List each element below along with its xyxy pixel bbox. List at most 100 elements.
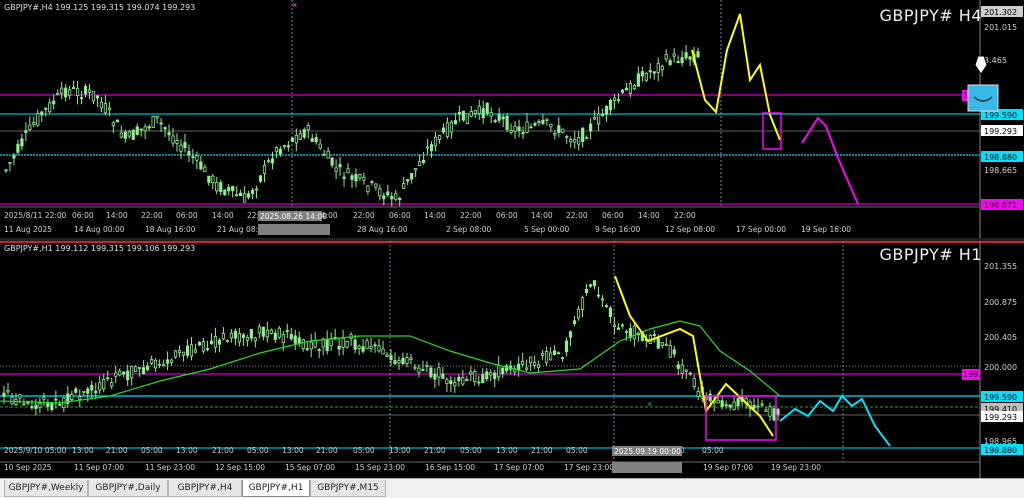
h4-candle-body bbox=[589, 123, 593, 132]
h4-candle-body bbox=[612, 97, 617, 102]
h4-price-label: 3.465 bbox=[984, 56, 1007, 65]
h1-candle-body bbox=[365, 340, 369, 350]
h4-candle-body bbox=[135, 126, 139, 135]
h1-candle-body bbox=[289, 333, 293, 340]
h4-time-label: 14:00 bbox=[531, 211, 553, 220]
h1-candle-body bbox=[728, 404, 732, 408]
h1-candle-body bbox=[34, 404, 38, 409]
h1-time-label: 05:00 bbox=[460, 446, 482, 455]
h4-candle-body bbox=[48, 102, 52, 113]
h1-candle-body bbox=[708, 393, 712, 402]
h1-candle-body bbox=[305, 348, 309, 351]
h1-candle-body bbox=[118, 370, 122, 376]
h4-candle-body bbox=[620, 89, 625, 93]
h1-candle-body bbox=[489, 372, 493, 376]
h4-candle-body bbox=[354, 174, 358, 182]
h1-crosshair-label: 2025.09.19 00:00 bbox=[614, 447, 681, 456]
h1-candle-body bbox=[74, 388, 78, 393]
h4-candle-body bbox=[250, 189, 255, 194]
h4-candle-body bbox=[36, 113, 40, 126]
h1-candle-body bbox=[325, 338, 329, 352]
h4-time-label: 2025/8/11 22:00 bbox=[4, 211, 67, 220]
h1-candle-body bbox=[381, 348, 385, 355]
h4-candle-body bbox=[489, 112, 493, 117]
h4-candle-body bbox=[187, 150, 191, 156]
h4-candle-body bbox=[644, 72, 648, 81]
h4-date-label: 17 Sep 00:00 bbox=[736, 225, 786, 234]
h1-candle-body bbox=[58, 403, 62, 406]
h1-candle-body bbox=[477, 381, 481, 384]
h4-candle-body bbox=[573, 139, 577, 143]
h4-candle-body bbox=[199, 161, 203, 170]
h1-candle-body bbox=[556, 352, 561, 355]
h4-candle-body bbox=[326, 150, 330, 159]
h1-candle-body bbox=[221, 333, 226, 340]
h4-candle-body bbox=[600, 114, 605, 117]
h4-candle-body bbox=[604, 106, 609, 115]
h4-candle-body bbox=[370, 181, 374, 183]
h4-candle-body bbox=[243, 193, 247, 203]
h4-candle-body bbox=[402, 183, 406, 189]
h4-candle-body bbox=[227, 187, 231, 192]
h1-candle-body bbox=[445, 379, 449, 384]
chart-tab-bar: GBPJPY#,Weekly GBPJPY#,Daily GBPJPY#,H4 … bbox=[0, 478, 1024, 498]
h1-candle-body bbox=[146, 365, 150, 371]
h1-candle-body bbox=[457, 376, 461, 382]
h1-candle-body bbox=[169, 359, 174, 363]
h4-crosshair-date-tag bbox=[258, 224, 330, 235]
h1-candle-body bbox=[497, 364, 501, 378]
h4-candle-body bbox=[557, 125, 561, 133]
h1-time-label: 05:00 bbox=[247, 446, 269, 455]
h4-candle-body bbox=[429, 144, 434, 152]
h4-candle-body bbox=[286, 145, 290, 148]
h1-bg bbox=[0, 241, 1024, 478]
h4-chart-canvas[interactable]: 201.302 201.015 3.465 199.590 199.293 198.880… bbox=[0, 0, 1024, 238]
h4-candle-body bbox=[60, 87, 64, 94]
h1-date-label: 15 Sep 23:00 bbox=[355, 463, 405, 472]
h4-candle-body bbox=[219, 182, 223, 193]
h4-candle-body bbox=[449, 121, 454, 133]
h1-candle-body bbox=[652, 334, 656, 336]
h4-time-label: 14:00 bbox=[212, 211, 234, 220]
tab-h4[interactable]: GBPJPY#,H4 bbox=[168, 480, 242, 497]
h1-candle-body bbox=[157, 363, 162, 366]
h1-candle-body bbox=[537, 364, 541, 368]
tab-daily[interactable]: GBPJPY#,Daily bbox=[88, 480, 168, 497]
h4-candle-body bbox=[179, 144, 183, 152]
tab-h1[interactable]: GBPJPY#,H1 bbox=[242, 480, 310, 497]
h4-candle-body bbox=[565, 136, 569, 138]
h1-chart[interactable]: × 201.355 200.875 200.405 200.000 199.590 199.… bbox=[0, 241, 1024, 478]
tab-weekly[interactable]: GBPJPY#,Weekly bbox=[4, 480, 88, 497]
h1-candle-body bbox=[465, 379, 469, 381]
h4-time-label: 22:00 bbox=[674, 211, 696, 220]
h4-candle-body bbox=[477, 105, 481, 114]
h4-candle-body bbox=[636, 73, 640, 87]
h4-candle-body bbox=[608, 99, 613, 111]
h1-candle-body bbox=[177, 350, 182, 354]
h1-candle-body bbox=[736, 398, 740, 407]
h1-candle-body bbox=[433, 374, 437, 380]
h1-candle-body bbox=[397, 360, 401, 364]
h4-candle-body bbox=[16, 143, 20, 153]
h4-candle-body bbox=[680, 57, 684, 64]
h4-candle-body bbox=[382, 195, 386, 200]
h4-candle-body bbox=[672, 53, 676, 57]
h1-candle-body bbox=[461, 377, 465, 385]
h4-candle-body bbox=[262, 164, 267, 174]
h4-candle-body bbox=[282, 145, 286, 148]
h4-candle-body bbox=[302, 129, 306, 138]
h4-date-label: 11 Aug 2025 bbox=[4, 225, 52, 234]
h4-candle-body bbox=[314, 137, 318, 143]
h1-chart-canvas[interactable]: ×201.355200.875200.405200.000199.590199.… bbox=[0, 241, 1024, 478]
h4-candle-body bbox=[581, 127, 585, 143]
h4-candle-body bbox=[115, 119, 119, 123]
h4-candle-body bbox=[529, 126, 533, 129]
h4-candle-body bbox=[501, 116, 505, 120]
tab-m15[interactable]: GBPJPY#,M15 bbox=[310, 480, 386, 497]
h1-candle-body bbox=[313, 340, 317, 348]
h1-candle-body bbox=[201, 341, 206, 352]
h4-candle-body bbox=[664, 54, 668, 60]
h1-candle-body bbox=[114, 372, 118, 377]
h4-candle-body bbox=[585, 137, 589, 140]
h4-chart[interactable]: 201.302 201.015 3.465 199.590 199.293 198.880… bbox=[0, 0, 1024, 238]
